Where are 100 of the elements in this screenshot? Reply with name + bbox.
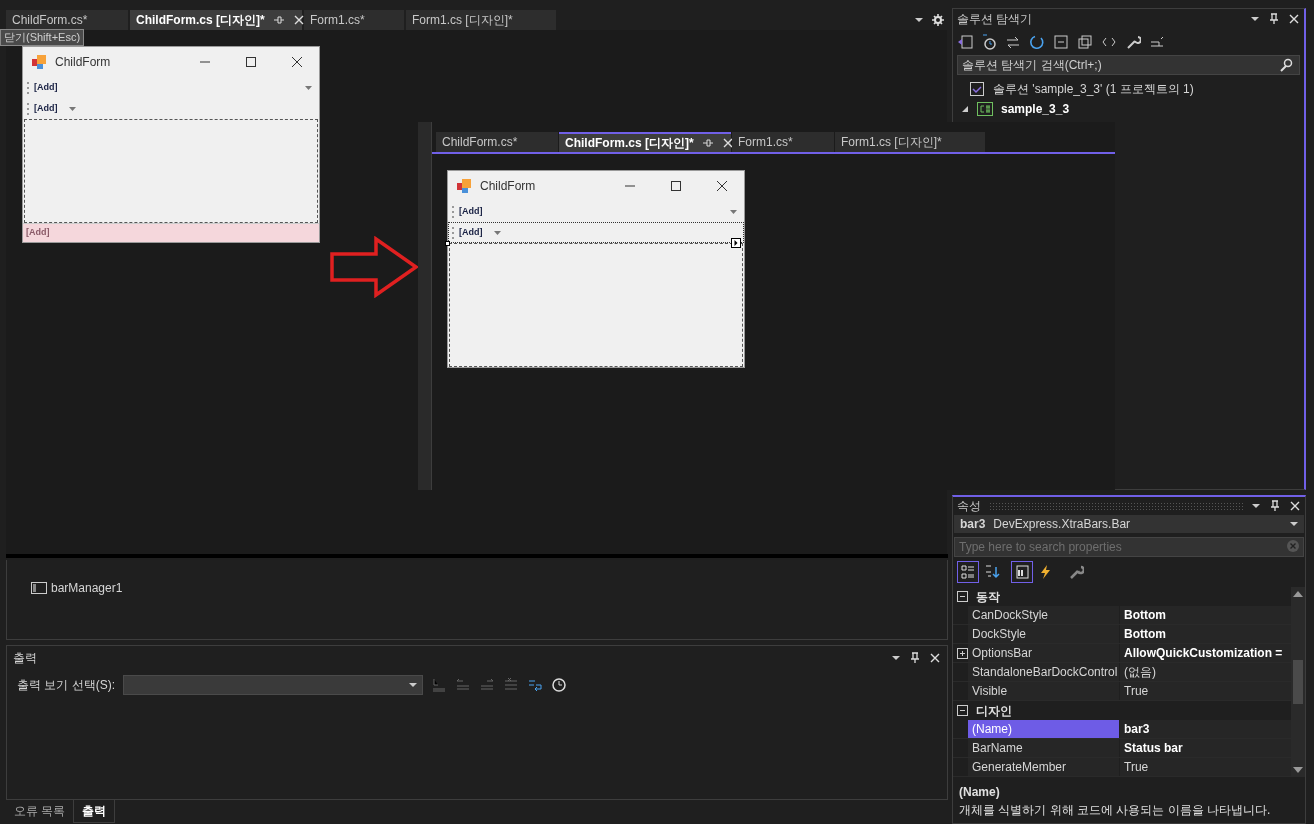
- scrollbar[interactable]: [1291, 587, 1305, 777]
- dropdown-icon[interactable]: [891, 653, 901, 663]
- document-tab[interactable]: Form1.cs [디자인]*: [406, 10, 556, 30]
- object-type: DevExpress.XtraBars.Bar: [993, 516, 1131, 533]
- property-value[interactable]: Bottom: [1120, 625, 1291, 643]
- property-value[interactable]: True: [1120, 682, 1291, 700]
- tree-item[interactable]: sample_3_3: [1001, 100, 1070, 118]
- caret-icon[interactable]: [492, 228, 502, 237]
- refresh-icon[interactable]: [1029, 34, 1045, 50]
- maximize-icon[interactable]: [670, 180, 682, 192]
- expand-icon[interactable]: [957, 647, 968, 659]
- form-title: ChildForm: [55, 54, 111, 71]
- pin-icon[interactable]: [272, 14, 285, 26]
- app-icon: [456, 178, 472, 194]
- category-label: 동작: [976, 588, 1000, 606]
- smart-tag-icon[interactable]: [731, 238, 741, 248]
- property-value[interactable]: AllowQuickCustomization =: [1120, 644, 1291, 662]
- panel-title: 솔루션 탐색기: [957, 11, 1033, 28]
- caret-icon: [1290, 520, 1298, 528]
- show-all-icon[interactable]: [1077, 34, 1093, 50]
- scroll-down-icon[interactable]: [1293, 767, 1303, 773]
- switch-views-icon[interactable]: [957, 34, 973, 50]
- document-tab[interactable]: ChildForm.cs*: [6, 10, 128, 30]
- caret-icon[interactable]: [304, 83, 313, 92]
- maximize-icon[interactable]: [245, 56, 257, 68]
- pin-icon[interactable]: [1269, 500, 1281, 512]
- caret-icon[interactable]: [729, 207, 738, 216]
- add-item-link[interactable]: [Add]: [459, 204, 483, 219]
- document-tab[interactable]: ChildForm.cs [디자인]*: [559, 132, 731, 152]
- grip-icon[interactable]: [27, 81, 30, 94]
- grip-icon[interactable]: [27, 102, 30, 115]
- component-name[interactable]: barManager1: [51, 579, 123, 597]
- scroll-up-icon[interactable]: [1293, 591, 1303, 597]
- pin-icon[interactable]: [701, 137, 714, 149]
- categorized-icon: [960, 564, 976, 580]
- search-field[interactable]: 솔루션 탐색기 검색(Ctrl+;): [957, 55, 1300, 75]
- add-item-link[interactable]: [Add]: [34, 101, 58, 116]
- pin-icon[interactable]: [1268, 13, 1280, 25]
- close-icon[interactable]: [716, 180, 728, 192]
- dropdown-icon[interactable]: [1251, 501, 1261, 511]
- tree-item[interactable]: 솔루션 'sample_3_3' (1 프로젝트의 1): [993, 80, 1194, 98]
- pin-icon[interactable]: [909, 652, 921, 664]
- document-tab[interactable]: Form1.cs*: [304, 10, 404, 30]
- dropdown-icon[interactable]: [1250, 14, 1260, 24]
- document-tab[interactable]: Form1.cs [디자인]*: [835, 132, 985, 152]
- property-name[interactable]: CanDockStyle: [968, 606, 1120, 624]
- property-value[interactable]: Status bar: [1120, 739, 1291, 757]
- object-name: bar3: [960, 516, 986, 533]
- property-name[interactable]: OptionsBar: [968, 644, 1120, 662]
- document-tab[interactable]: Form1.cs*: [732, 132, 834, 152]
- sort-alphabetical-icon: [984, 564, 1000, 580]
- project-icon: [977, 102, 993, 116]
- expanded-icon[interactable]: [961, 105, 969, 113]
- field-label: 출력 보기 선택(S):: [17, 677, 115, 694]
- caret-icon: [408, 680, 418, 690]
- view-button[interactable]: [1011, 561, 1033, 583]
- sync-icon[interactable]: [1005, 34, 1021, 50]
- collapse-all-icon[interactable]: [1053, 34, 1069, 50]
- panel-tab[interactable]: 오류 목록: [6, 800, 74, 823]
- property-value[interactable]: Bottom: [1120, 606, 1291, 624]
- app-icon: [31, 54, 47, 70]
- panel-tab[interactable]: 출력: [73, 800, 116, 823]
- document-tab[interactable]: ChildForm.cs [디자인]*: [130, 10, 302, 30]
- panel-title: 속성: [957, 498, 981, 515]
- object-selector[interactable]: bar3 DevExpress.XtraBars.Bar: [954, 515, 1304, 533]
- dropdown-icon[interactable]: [914, 15, 924, 25]
- clock-icon[interactable]: [551, 677, 567, 693]
- properties-icon: [1014, 564, 1030, 580]
- close-icon[interactable]: [291, 56, 303, 68]
- property-value[interactable]: bar3: [1120, 720, 1291, 738]
- description-text: 개체를 식별하기 위해 코드에 사용되는 이름을 나타냅니다.: [959, 802, 1272, 819]
- property-name[interactable]: DockStyle: [968, 625, 1120, 643]
- panel-title: 출력: [13, 650, 37, 667]
- component-icon: [31, 582, 47, 594]
- search-icon[interactable]: [1279, 58, 1295, 72]
- selection-handle[interactable]: [445, 241, 450, 246]
- property-value[interactable]: True: [1120, 758, 1291, 776]
- collapse-icon[interactable]: [957, 591, 968, 602]
- scroll-thumb[interactable]: [1293, 660, 1303, 704]
- property-name[interactable]: Visible: [968, 682, 1120, 700]
- property-name[interactable]: GenerateMember: [968, 758, 1120, 776]
- property-name[interactable]: (Name): [968, 720, 1120, 738]
- category-label: 디자인: [976, 702, 1012, 720]
- word-wrap-icon[interactable]: [527, 677, 543, 693]
- property-name[interactable]: StandaloneBarDockControl: [968, 663, 1120, 681]
- caret-icon[interactable]: [67, 104, 77, 113]
- grip-icon[interactable]: [452, 226, 455, 239]
- history-icon[interactable]: [981, 34, 997, 50]
- form-title: ChildForm: [480, 178, 536, 195]
- property-value[interactable]: (없음): [1120, 663, 1291, 681]
- document-tab[interactable]: ChildForm.cs*: [436, 132, 558, 152]
- add-item-link[interactable]: [Add]: [26, 226, 50, 240]
- add-item-link[interactable]: [Add]: [34, 80, 58, 95]
- solution-icon: [969, 81, 985, 97]
- add-item-link[interactable]: [Add]: [459, 225, 483, 240]
- search-field[interactable]: Type here to search properties: [954, 537, 1304, 557]
- collapse-icon[interactable]: [957, 705, 968, 716]
- property-name[interactable]: BarName: [968, 739, 1120, 757]
- grip-icon[interactable]: [452, 205, 455, 218]
- settings-icon[interactable]: [932, 14, 944, 26]
